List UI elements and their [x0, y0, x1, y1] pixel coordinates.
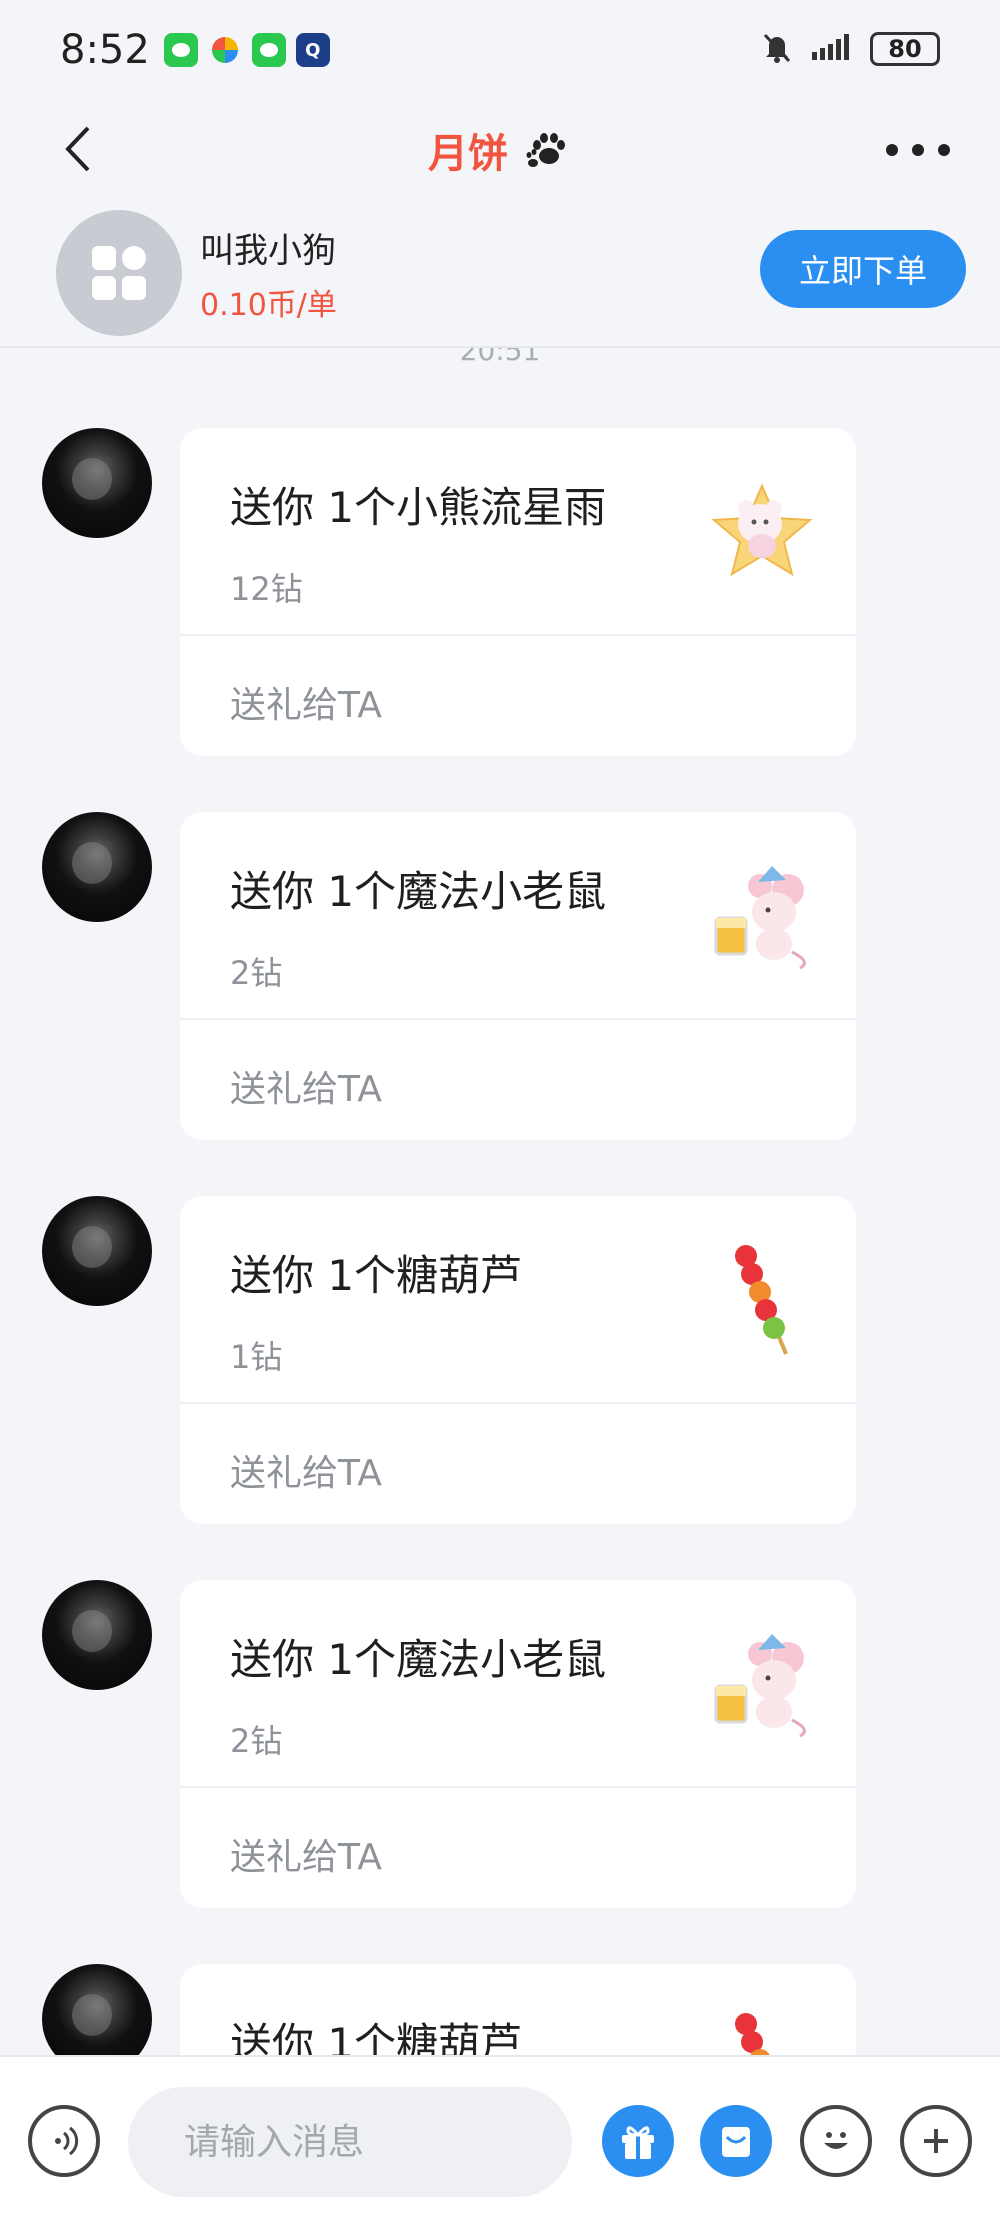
gift-card: 送你 1个小熊流星雨 12钻 送礼给TA	[180, 428, 856, 756]
gift-card-body: 送你 1个魔法小老鼠 2钻	[180, 812, 856, 1020]
status-bar: 8:52 Q 80	[0, 0, 1000, 100]
status-time: 8:52	[60, 27, 150, 73]
more-actions-button[interactable]	[900, 2105, 972, 2177]
gift-message: 送你 1个魔法小老鼠 2钻 送礼给TA	[42, 812, 862, 1144]
card-button[interactable]	[700, 2105, 772, 2177]
signal-icon	[810, 32, 854, 66]
gift-price: 2钻	[230, 1722, 283, 1760]
nav-bar: 月饼	[0, 100, 1000, 200]
gift-icon	[622, 2126, 654, 2159]
gift-card-body: 送你 1个小熊流星雨 12钻	[180, 428, 856, 636]
service-name: 叫我小狗	[200, 230, 336, 271]
wechat-icon	[163, 33, 198, 67]
order-now-button[interactable]: 立即下单	[760, 230, 966, 308]
gift-price: 1钻	[230, 1338, 283, 1376]
gift-card: 送你 1个魔法小老鼠 2钻 送礼给TA	[180, 812, 856, 1140]
gift-button[interactable]	[602, 2105, 674, 2177]
page-title: 月饼	[428, 121, 572, 179]
sender-avatar[interactable]	[42, 428, 152, 538]
voice-button[interactable]	[28, 2105, 100, 2177]
candied-haws-gift-icon	[702, 2004, 822, 2055]
q-app-icon: Q	[295, 33, 330, 67]
gift-message: 送你 1个糖葫芦	[42, 1964, 862, 2055]
mute-bell-icon	[760, 30, 794, 68]
gift-text: 送你 1个魔法小老鼠	[230, 1635, 607, 1684]
more-options-button[interactable]	[886, 130, 950, 170]
status-right: 80	[760, 30, 940, 68]
sender-avatar[interactable]	[42, 1196, 152, 1306]
send-gift-link[interactable]: 送礼给TA	[230, 1444, 382, 1496]
gift-card-body: 送你 1个糖葫芦	[180, 1964, 856, 2055]
gift-text: 送你 1个糖葫芦	[230, 2019, 523, 2055]
gift-card: 送你 1个糖葫芦 1钻 送礼给TA	[180, 1196, 856, 1524]
gift-card: 送你 1个魔法小老鼠 2钻 送礼给TA	[180, 1580, 856, 1908]
send-gift-link[interactable]: 送礼给TA	[230, 1060, 382, 1112]
service-price: 0.10币/单	[200, 287, 337, 323]
gift-text: 送你 1个小熊流星雨	[230, 483, 607, 532]
gift-price: 2钻	[230, 954, 283, 992]
more-dot	[938, 144, 950, 156]
envelope-card-icon	[722, 2127, 750, 2157]
gift-card-body: 送你 1个魔法小老鼠 2钻	[180, 1580, 856, 1788]
gift-message: 送你 1个小熊流星雨 12钻 送礼给TA	[42, 428, 862, 760]
gift-card: 送你 1个糖葫芦	[180, 1964, 856, 2055]
page-title-text: 月饼	[428, 131, 508, 177]
send-gift-link[interactable]: 送礼给TA	[230, 1828, 382, 1880]
magic-mouse-gift-icon	[702, 1620, 822, 1740]
emoji-icon	[824, 2132, 848, 2149]
voice-icon	[55, 2126, 79, 2156]
message-input[interactable]	[128, 2087, 572, 2197]
candied-haws-gift-icon	[702, 1236, 822, 1356]
sender-avatar[interactable]	[42, 1580, 152, 1690]
send-gift-link[interactable]: 送礼给TA	[230, 676, 382, 728]
input-bar	[0, 2055, 1000, 2225]
sender-avatar[interactable]	[42, 1964, 152, 2055]
gift-message: 送你 1个糖葫芦 1钻 送礼给TA	[42, 1196, 862, 1528]
paw-icon	[522, 123, 572, 177]
sender-avatar[interactable]	[42, 812, 152, 922]
gift-text: 送你 1个糖葫芦	[230, 1251, 523, 1300]
emoji-button[interactable]	[800, 2105, 872, 2177]
wechat-icon	[251, 33, 286, 67]
bear-star-gift-icon	[702, 468, 822, 588]
gift-text: 送你 1个魔法小老鼠	[230, 867, 607, 916]
pinwheel-icon	[208, 33, 242, 67]
service-avatar[interactable]	[56, 210, 182, 336]
more-dot	[912, 144, 924, 156]
gift-price: 12钻	[230, 570, 303, 608]
gift-message: 送你 1个魔法小老鼠 2钻 送礼给TA	[42, 1580, 862, 1912]
service-bar: 叫我小狗 0.10币/单 立即下单	[0, 200, 1000, 348]
plus-icon	[924, 2129, 948, 2153]
status-app-icons: Q	[163, 33, 330, 67]
apps-grid-icon	[92, 246, 146, 300]
gift-card-body: 送你 1个糖葫芦 1钻	[180, 1196, 856, 1404]
battery-indicator: 80	[870, 32, 940, 66]
magic-mouse-gift-icon	[702, 852, 822, 972]
service-info: 叫我小狗 0.10币/单	[200, 223, 337, 324]
back-button[interactable]	[56, 124, 106, 174]
more-dot	[886, 144, 898, 156]
